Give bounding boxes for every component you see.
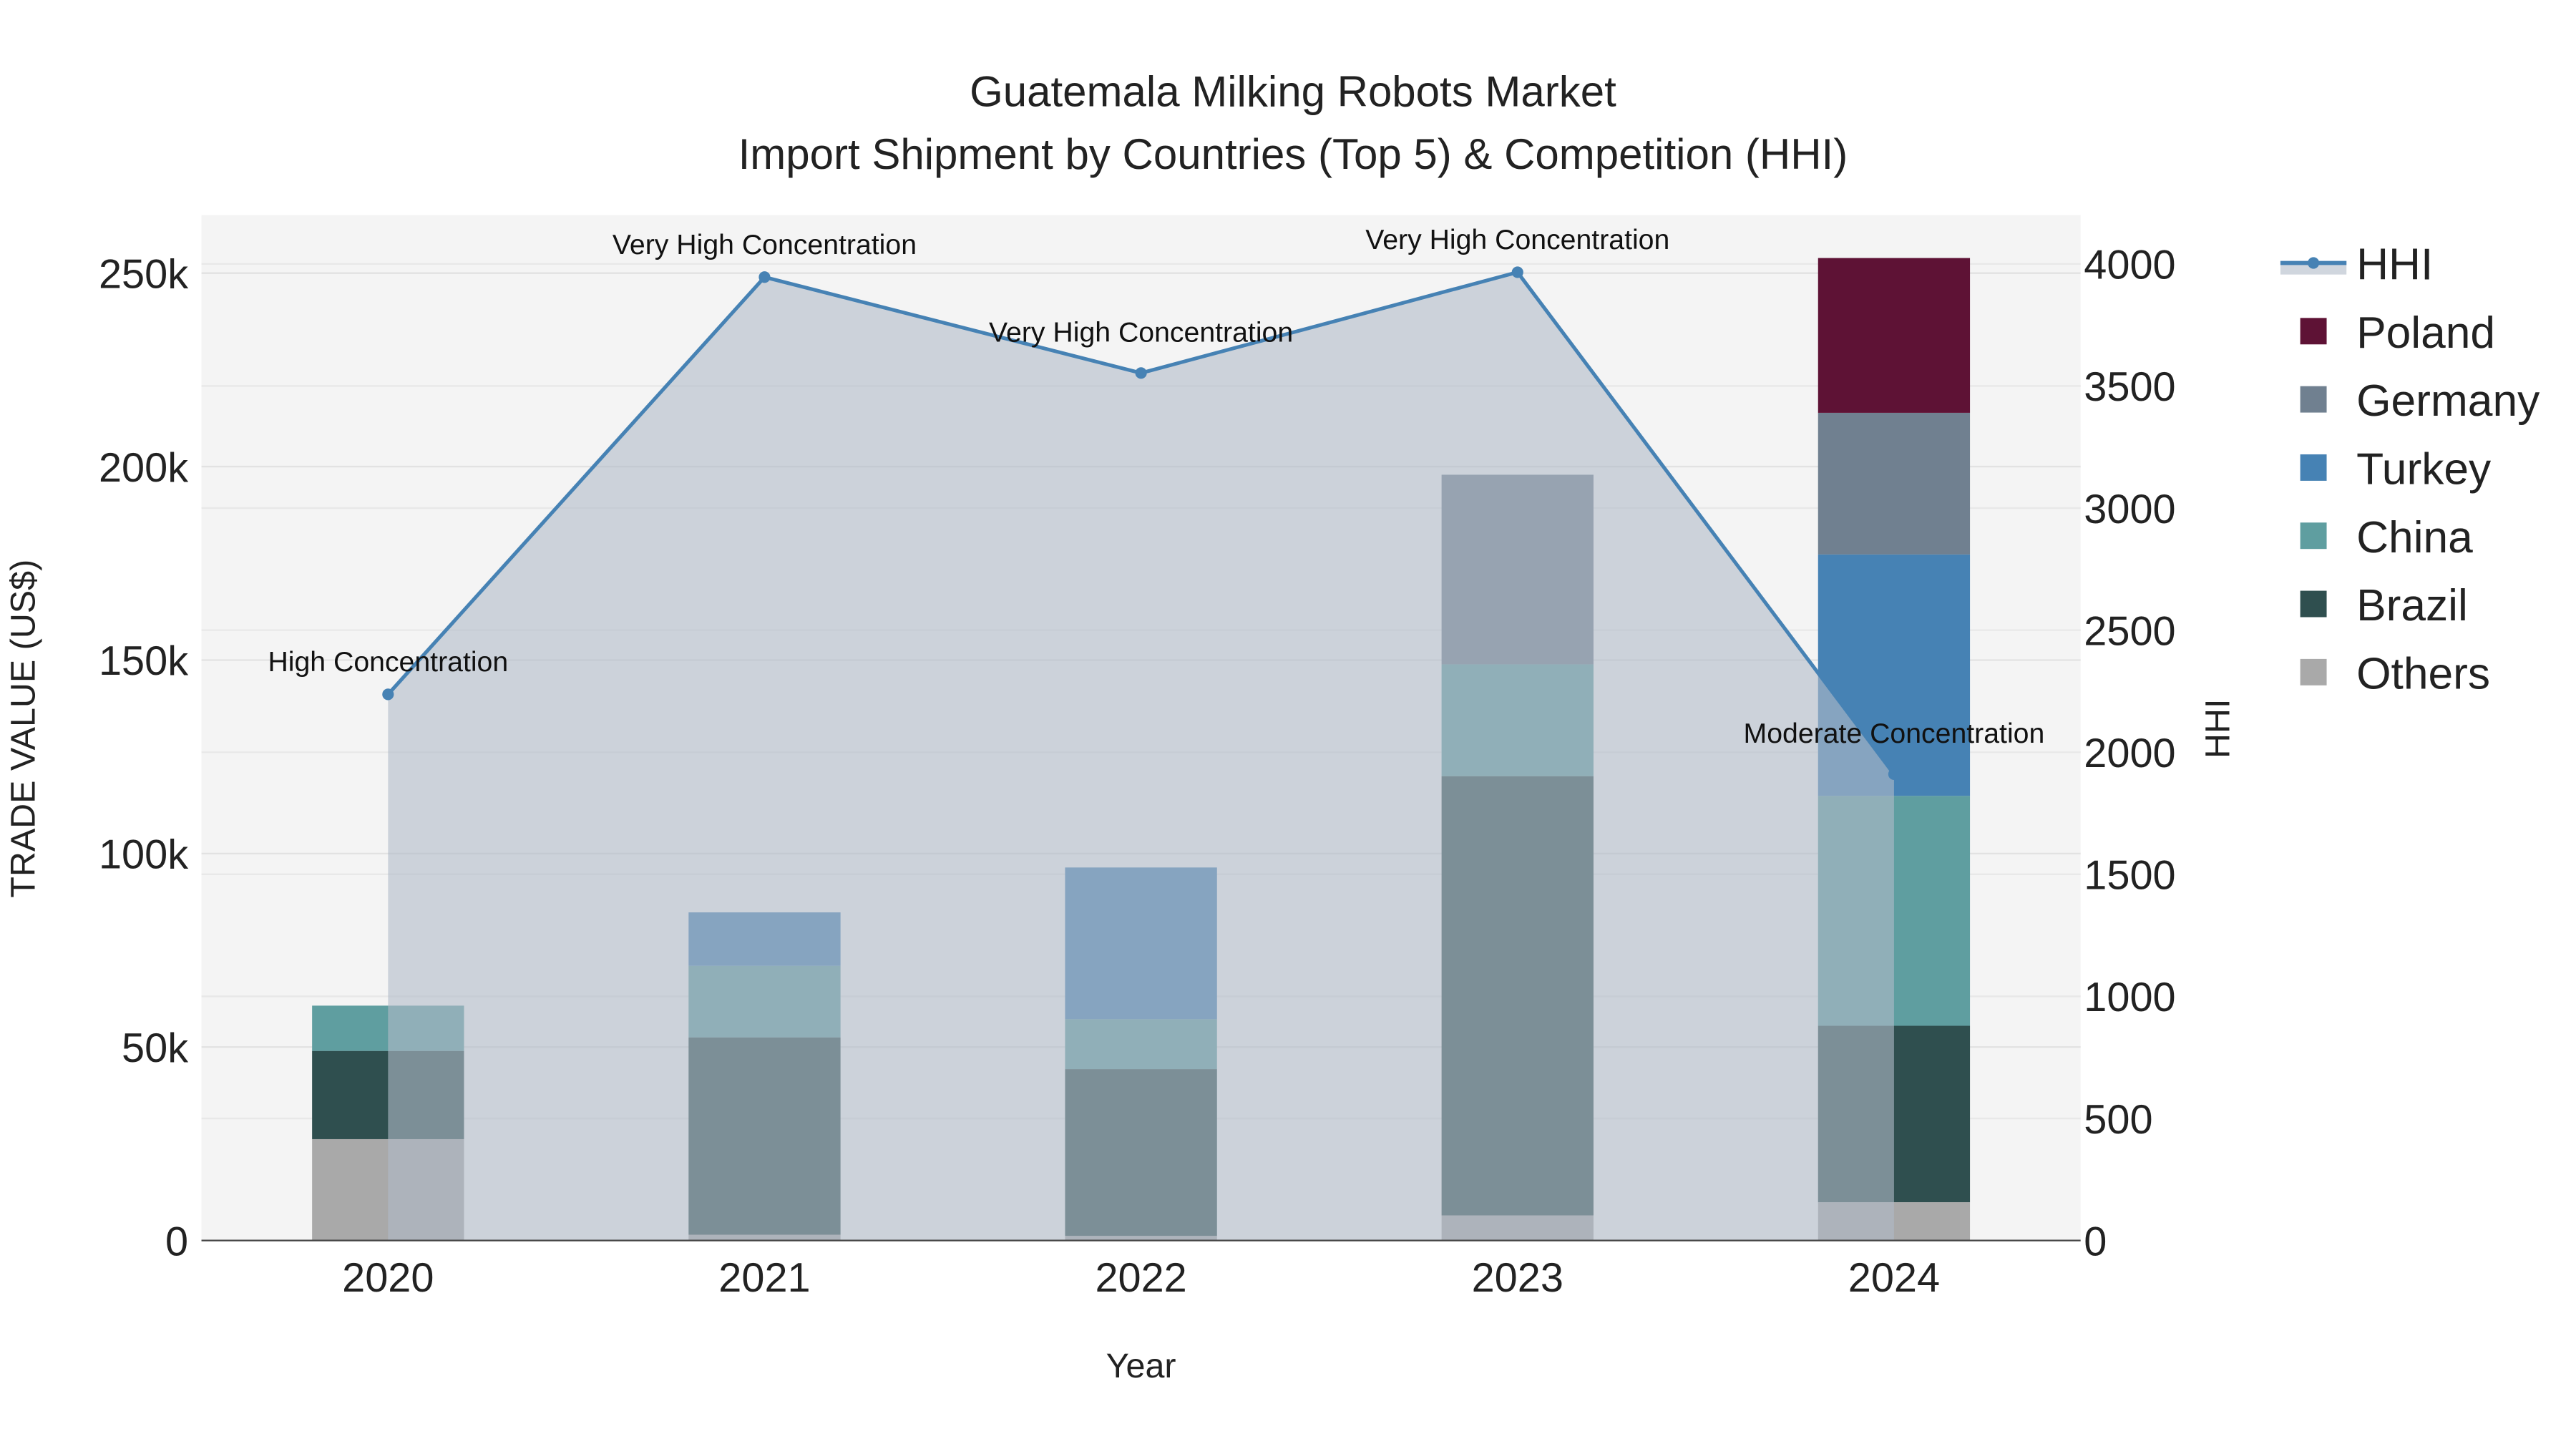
y2-tick-label: 4000 xyxy=(2084,243,2175,288)
chart-subtitle: Import Shipment by Countries (Top 5) & C… xyxy=(738,130,1848,178)
y-tick-label: 50k xyxy=(122,1025,188,1071)
y2-tick-label: 1000 xyxy=(2084,975,2175,1020)
y2-tick-label: 2000 xyxy=(2084,731,2175,776)
legend-marker-icon xyxy=(2308,257,2320,269)
legend-label: Turkey xyxy=(2356,444,2492,494)
legend-swatch xyxy=(2300,522,2327,550)
hhi-point-2023[interactable] xyxy=(1511,266,1523,278)
x-tick-label: 2024 xyxy=(1848,1255,1940,1301)
hhi-point-2020[interactable] xyxy=(382,688,394,701)
legend-swatch xyxy=(2300,590,2327,618)
x-tick-label: 2021 xyxy=(718,1255,810,1301)
legend-item-brazil[interactable]: Brazil xyxy=(2300,581,2468,630)
x-tick-label: 2020 xyxy=(342,1255,434,1301)
hhi-annotation: Moderate Concentration xyxy=(1744,718,2045,749)
legend-item-turkey[interactable]: Turkey xyxy=(2300,444,2492,494)
y-tick-label: 250k xyxy=(99,251,188,297)
x-tick-label: 2022 xyxy=(1095,1255,1186,1301)
legend-label: Brazil xyxy=(2356,581,2468,630)
y-tick-label: 100k xyxy=(99,832,188,878)
legend-label: Others xyxy=(2356,649,2490,698)
y-tick-label: 0 xyxy=(165,1219,188,1264)
hhi-annotation: Very High Concentration xyxy=(1365,224,1669,255)
bar-poland-2024[interactable] xyxy=(1818,258,1971,413)
y2-tick-label: 3500 xyxy=(2084,364,2175,410)
legend-label: Germany xyxy=(2356,376,2540,426)
legend-label: HHI xyxy=(2356,240,2433,290)
hhi-point-2022[interactable] xyxy=(1135,367,1147,379)
legend-swatch xyxy=(2300,658,2327,686)
legend-label: Poland xyxy=(2356,308,2495,358)
hhi-annotation: Very High Concentration xyxy=(989,316,1293,348)
legend-swatch xyxy=(2300,454,2327,481)
hhi-point-2021[interactable] xyxy=(758,271,771,283)
hhi-annotation: High Concentration xyxy=(268,646,508,678)
hhi-annotation: Very High Concentration xyxy=(613,229,917,260)
legend-label: China xyxy=(2356,513,2473,562)
legend-item-hhi[interactable]: HHI xyxy=(2280,240,2433,290)
y2-axis-label: HHI xyxy=(2198,699,2237,758)
bar-germany-2024[interactable] xyxy=(1818,412,1971,555)
chart: Guatemala Milking Robots Market Import S… xyxy=(4,67,2540,1385)
legend-item-china[interactable]: China xyxy=(2300,513,2474,562)
legend-item-poland[interactable]: Poland xyxy=(2300,308,2495,358)
chart-title: Guatemala Milking Robots Market xyxy=(970,67,1616,115)
y-axis-label: TRADE VALUE (US$) xyxy=(4,560,42,898)
y-tick-label: 200k xyxy=(99,445,188,491)
hhi-point-2024[interactable] xyxy=(1888,768,1900,781)
y2-tick-label: 3000 xyxy=(2084,487,2175,532)
y-tick-label: 150k xyxy=(99,638,188,684)
legend-item-others[interactable]: Others xyxy=(2300,649,2490,698)
y2-tick-label: 2500 xyxy=(2084,608,2175,654)
y2-tick-label: 500 xyxy=(2084,1097,2152,1143)
legend-swatch xyxy=(2300,318,2327,345)
legend-swatch xyxy=(2300,386,2327,413)
legend-item-germany[interactable]: Germany xyxy=(2300,376,2540,426)
y2-tick-label: 0 xyxy=(2084,1219,2107,1264)
y2-tick-label: 1500 xyxy=(2084,853,2175,899)
x-tick-label: 2023 xyxy=(1472,1255,1563,1301)
x-axis-label: Year xyxy=(1106,1347,1176,1385)
